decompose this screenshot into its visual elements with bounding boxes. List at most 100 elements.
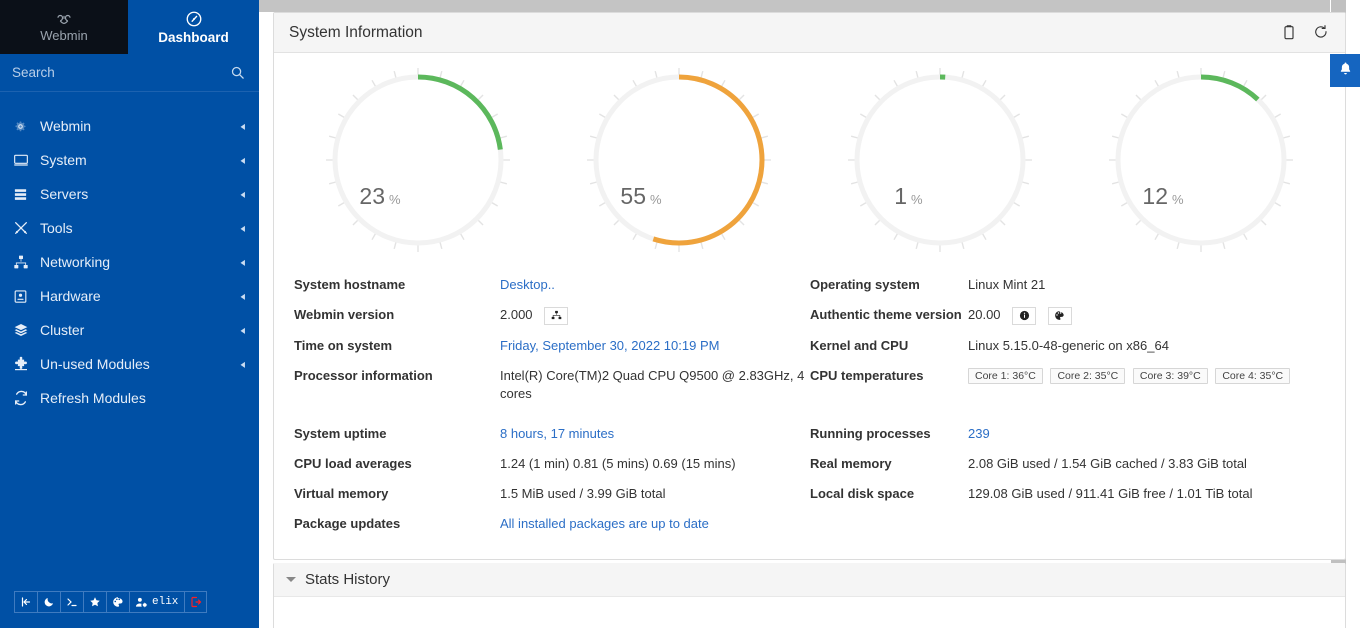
network-icon: [12, 254, 29, 271]
system-information-panel: System Information 23 % 55 % 1 % 12 % Sy…: [273, 12, 1346, 560]
dashboard-label: Dashboard: [158, 29, 229, 45]
sitemap-icon[interactable]: [544, 306, 569, 325]
puzzle-icon: [12, 356, 29, 373]
palette-icon[interactable]: [1047, 306, 1072, 325]
chevron-left-icon: ◂: [240, 356, 245, 371]
chevron-left-icon: ◂: [240, 220, 245, 235]
sidebar-toolbar: elix: [0, 576, 259, 628]
top-strip: [259, 0, 1360, 12]
user-name-label: elix: [152, 596, 179, 608]
info-label: Real memory: [810, 455, 892, 471]
gauge-arc-local-disk-space: [1200, 74, 1260, 101]
info-label: Webmin version: [294, 307, 395, 322]
info-label: Virtual memory: [294, 485, 389, 501]
gauge-ticks: [326, 67, 511, 252]
sidebar-item-label: Networking: [40, 254, 111, 270]
user-gear-icon: [135, 597, 148, 607]
panel-header: System Information: [274, 13, 1345, 53]
brand-webmin[interactable]: Webmin: [0, 0, 128, 54]
chevron-left-icon: ◂: [240, 322, 245, 337]
webmin-version-value: 2.000: [500, 300, 810, 331]
row-spacer: [294, 409, 500, 419]
info-label: Kernel and CPU: [810, 337, 909, 353]
chevron-down-icon[interactable]: [286, 577, 296, 582]
gauge-real-memory: 55 % REAL MEMORY: [549, 62, 810, 258]
info-label: Operating system: [810, 277, 920, 292]
info-label: Running processes: [810, 425, 931, 441]
sidebar-item-cluster[interactable]: Cluster ◂: [0, 313, 259, 347]
info-label: CPU temperatures: [810, 367, 924, 383]
refresh-icon: [12, 390, 29, 407]
notifications-button[interactable]: [1330, 54, 1360, 87]
sidebar-item-servers[interactable]: Servers ◂: [0, 177, 259, 211]
status-badge: Core 2: 35°C: [1050, 368, 1126, 385]
gauge-value-cpu: 23: [360, 183, 386, 209]
terminal-button[interactable]: [60, 591, 83, 613]
uptime-value[interactable]: 8 hours, 17 minutes: [500, 419, 810, 449]
gauge-value-virtual-memory: 1: [894, 183, 907, 209]
real-memory-value: 2.08 GiB used / 1.54 GiB cached / 3.83 G…: [968, 455, 1247, 471]
stats-history-panel: Stats History 100%: [273, 563, 1346, 628]
gauge-virtual-memory: 1 % VIRTUAL MEMORY: [810, 62, 1071, 258]
info-circle-icon[interactable]: [1012, 306, 1037, 325]
webmin-version-text: 2.000: [500, 307, 533, 322]
processes-value[interactable]: 239: [968, 419, 1325, 449]
hostname-value[interactable]: Desktop..: [500, 270, 810, 300]
sidebar-item-unused-modules[interactable]: Un-used Modules ◂: [0, 347, 259, 381]
gauge-arc-real-memory: [652, 74, 765, 245]
dark-mode-button[interactable]: [37, 591, 60, 613]
sidebar-item-label: Un-used Modules: [40, 356, 150, 372]
info-label: System hostname: [294, 277, 406, 292]
theme-palette-button[interactable]: [106, 591, 129, 613]
info-label: Package updates: [294, 515, 401, 531]
package-updates-value[interactable]: All installed packages are up to date: [500, 509, 810, 539]
gear-icon: [12, 118, 29, 135]
status-badge: Core 1: 36°C: [968, 368, 1043, 385]
favorites-button[interactable]: [83, 591, 106, 613]
sidebar-item-label: Servers: [40, 186, 89, 202]
chevron-left-icon: ◂: [240, 254, 245, 269]
sidebar-item-label: Webmin: [40, 118, 92, 134]
collapse-sidebar-button[interactable]: [14, 591, 37, 613]
sidebar-item-label: Cluster: [40, 322, 85, 338]
server-icon: [12, 186, 29, 203]
info-label: Authentic theme version: [810, 307, 962, 322]
search-icon[interactable]: [230, 65, 245, 80]
row-spacer: [500, 409, 810, 419]
sidebar-item-tools[interactable]: Tools ◂: [0, 211, 259, 245]
info-grid-group-1: System hostname Desktop.. Operating syst…: [294, 270, 1325, 539]
refresh-icon[interactable]: [1313, 24, 1329, 41]
sidebar-item-label: System: [40, 152, 87, 168]
clipboard-icon[interactable]: [1281, 24, 1297, 41]
system-time-value[interactable]: Friday, September 30, 2022 10:19 PM: [500, 331, 810, 361]
system-info-table: System hostname Desktop.. Operating syst…: [274, 266, 1345, 559]
stats-history-title: Stats History: [305, 571, 391, 588]
sidebar-nav: Webmin ◂ System ◂ Servers ◂ Tools ◂ Netw…: [0, 92, 259, 576]
gauge-arc-cpu: [418, 74, 504, 150]
gauge-cpu: 23 % CPU: [288, 62, 549, 258]
logout-button[interactable]: [184, 591, 208, 613]
chevron-left-icon: ◂: [240, 118, 245, 133]
theme-version-value: 20.00: [968, 300, 1325, 331]
disk-space-value: 129.08 GiB used / 911.41 GiB free / 1.01…: [968, 485, 1253, 501]
sidebar-item-hardware[interactable]: Hardware ◂: [0, 279, 259, 313]
gauge-local-disk-space: 12 % LOCAL DISK SPACE: [1070, 62, 1331, 258]
sidebar-item-label: Refresh Modules: [40, 390, 146, 406]
sidebar-item-networking[interactable]: Networking ◂: [0, 245, 259, 279]
sidebar-item-webmin[interactable]: Webmin ◂: [0, 109, 259, 143]
sidebar: Webmin Dashboard Search Webmin ◂ System …: [0, 0, 259, 628]
status-badge: Core 3: 39°C: [1132, 368, 1208, 385]
sidebar-item-label: Hardware: [40, 288, 101, 304]
search-input[interactable]: [12, 54, 230, 91]
search-bar[interactable]: [0, 54, 259, 92]
stats-history-header[interactable]: Stats History: [274, 563, 1345, 597]
sidebar-item-system[interactable]: System ◂: [0, 143, 259, 177]
user-account-button[interactable]: elix: [129, 591, 185, 613]
brand-label: Webmin: [40, 28, 88, 43]
nav-dashboard[interactable]: Dashboard: [128, 0, 259, 54]
theme-version-text: 20.00: [968, 307, 1001, 322]
gauge-value-real-memory: 55: [621, 183, 647, 209]
sidebar-item-refresh-modules[interactable]: Refresh Modules: [0, 381, 259, 415]
row-spacer: [968, 409, 1325, 419]
kernel-value: Linux 5.15.0-48-generic on x86_64: [968, 337, 1169, 353]
